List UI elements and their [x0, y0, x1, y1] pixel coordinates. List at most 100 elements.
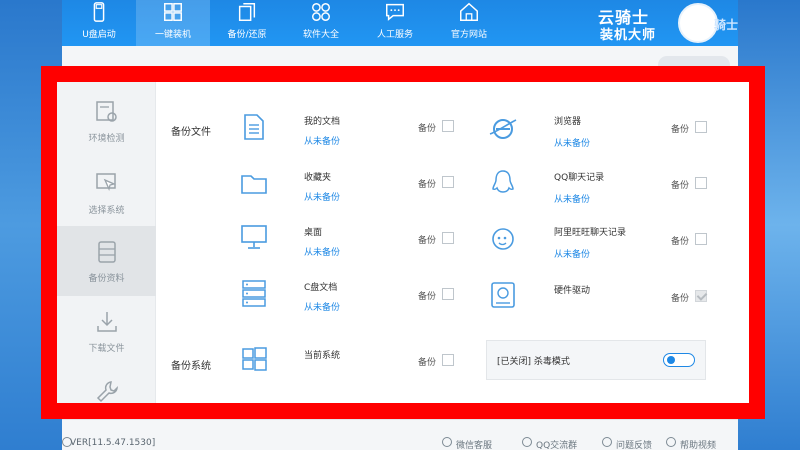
document-icon	[244, 114, 264, 140]
backup-checkbox-desktop[interactable]	[442, 232, 454, 244]
brand-tagline: 装机大师	[600, 28, 657, 43]
entry-title-browser: 浏览器	[554, 117, 582, 127]
apps-icon	[312, 3, 330, 21]
footer-bar: VER[11.5.47.1530] 微信客服 QQ交流群 问题反馈 帮助视频	[62, 419, 738, 450]
env-check-icon	[95, 100, 117, 122]
backup-data-icon	[97, 240, 116, 263]
backup-panel: 环境检测 选择系统 备份资料 下载文件 备份文件 备份系统 我的文档 从未备份 …	[57, 82, 749, 403]
footer-link-feedback[interactable]: 问题反馈	[616, 438, 652, 450]
entry-status-browser: 从未备份	[554, 139, 591, 149]
backup-checkbox-label: 备份	[418, 292, 437, 302]
backup-checkbox-label: 备份	[671, 181, 690, 191]
nav-item-manual-service[interactable]: 人工服务	[358, 0, 432, 46]
sidebar-item-download[interactable]: 下载文件	[57, 296, 156, 366]
chat-icon	[386, 3, 404, 21]
entry-status-wangwang-chat: 从未备份	[554, 250, 591, 260]
toggle-knob	[667, 356, 675, 364]
help-icon	[666, 437, 676, 447]
backup-checkbox-favorites[interactable]	[442, 176, 454, 188]
qq-icon	[492, 170, 514, 193]
sidebar-item-label: 下载文件	[88, 343, 125, 354]
knight-logo-icon	[678, 3, 718, 43]
harddrive-icon	[491, 282, 515, 308]
entry-status-my-documents: 从未备份	[304, 137, 341, 147]
sub-header	[62, 46, 738, 84]
nav-item-software[interactable]: 软件大全	[284, 0, 358, 46]
nav-label: 备份/还原	[227, 30, 267, 40]
wangwang-icon	[492, 228, 514, 250]
download-icon	[96, 311, 117, 332]
sidebar-item-label: 选择系统	[88, 205, 125, 216]
antivirus-mode-label: [已关闭] 杀毒模式	[497, 357, 570, 367]
backup-checkbox-wangwang-chat[interactable]	[695, 233, 707, 245]
cursor-select-icon	[95, 172, 116, 191]
backup-checkbox-label: 备份	[418, 236, 437, 246]
usb-drive-icon	[93, 2, 105, 22]
windows-icon	[242, 347, 267, 371]
folder-icon	[241, 175, 267, 194]
backup-checkbox-label: 备份	[418, 358, 437, 368]
server-icon	[242, 280, 266, 307]
monitor-icon	[241, 225, 267, 249]
sidebar-item-tools[interactable]	[57, 360, 156, 403]
home-icon	[460, 2, 478, 21]
backup-restore-icon	[238, 3, 256, 21]
sidebar-item-select-system[interactable]: 选择系统	[57, 158, 156, 228]
entry-status-c-drive-docs: 从未备份	[304, 303, 341, 313]
entry-title-wangwang-chat: 阿里旺旺聊天记录	[554, 228, 627, 238]
backup-checkbox-c-drive-docs[interactable]	[442, 288, 454, 300]
nav-label: 一键装机	[154, 30, 191, 40]
backup-checkbox-label: 备份	[671, 237, 690, 247]
entry-status-qq-chat: 从未备份	[554, 195, 591, 205]
antivirus-mode-box: [已关闭] 杀毒模式	[486, 340, 706, 380]
top-nav-bar: U盘启动 一键装机 备份/还原 软件大全 人工服务 官方网站 云骑士 装机大师 …	[62, 0, 738, 46]
entry-status-favorites: 从未备份	[304, 193, 341, 203]
backup-system-label: 备份系统	[171, 361, 211, 372]
nav-item-one-click-install[interactable]: 一键装机	[136, 0, 210, 46]
backup-checkbox-browser[interactable]	[695, 121, 707, 133]
backup-checkbox-my-documents[interactable]	[442, 120, 454, 132]
sidebar-item-label: 备份资料	[88, 273, 125, 284]
nav-item-website[interactable]: 官方网站	[432, 0, 506, 46]
nav-label: 软件大全	[302, 30, 339, 40]
feedback-icon	[602, 437, 612, 447]
entry-title-my-documents: 我的文档	[304, 117, 341, 127]
browser-icon	[489, 119, 517, 139]
footer-link-qq[interactable]: QQ交流群	[536, 438, 577, 450]
entry-title-favorites: 收藏夹	[304, 173, 332, 183]
step-sidebar: 环境检测 选择系统 备份资料 下载文件	[57, 82, 156, 403]
sidebar-item-env-check[interactable]: 环境检测	[57, 86, 156, 156]
entry-title-qq-chat: QQ聊天记录	[554, 173, 605, 183]
desktop-background-left	[0, 0, 62, 450]
entry-title-c-drive-docs: C盘文档	[304, 283, 338, 293]
backup-checkbox-label: 备份	[671, 125, 690, 135]
subheader-button[interactable]	[658, 56, 730, 74]
entry-status-desktop: 从未备份	[304, 248, 341, 258]
wechat-icon	[442, 437, 452, 447]
brand-logo-area: 云骑士 装机大师 骑士	[588, 0, 738, 46]
footer-link-wechat[interactable]: 微信客服	[456, 438, 492, 450]
backup-files-label: 备份文件	[171, 127, 211, 138]
nav-label: U盘启动	[82, 30, 116, 40]
wrench-icon	[96, 381, 118, 403]
brand-overlay-text: 骑士	[714, 18, 739, 32]
nav-label: 官方网站	[450, 30, 487, 40]
entry-title-current-system: 当前系统	[304, 351, 341, 361]
antivirus-toggle[interactable]	[663, 353, 695, 367]
version-label: VER[11.5.47.1530]	[70, 438, 156, 448]
sidebar-item-backup-data[interactable]: 备份资料	[57, 226, 156, 296]
grid-install-icon	[164, 3, 182, 21]
backup-checkbox-label: 备份	[418, 180, 437, 190]
backup-checkbox-label: 备份	[418, 124, 437, 134]
nav-label: 人工服务	[376, 30, 413, 40]
entry-title-hardware-drivers: 硬件驱动	[554, 286, 591, 296]
backup-checkbox-qq-chat[interactable]	[695, 177, 707, 189]
backup-checkbox-hardware-drivers[interactable]	[695, 290, 707, 302]
backup-checkbox-current-system[interactable]	[442, 354, 454, 366]
nav-item-usb-boot[interactable]: U盘启动	[62, 0, 136, 46]
entry-title-desktop: 桌面	[304, 228, 323, 238]
backup-content: 备份文件 备份系统 我的文档 从未备份 备份 收藏夹 从未备份 备份 桌面 从未…	[156, 82, 749, 403]
backup-checkbox-label: 备份	[671, 294, 690, 304]
nav-item-backup-restore[interactable]: 备份/还原	[210, 0, 284, 46]
footer-link-help[interactable]: 帮助视频	[680, 438, 716, 450]
